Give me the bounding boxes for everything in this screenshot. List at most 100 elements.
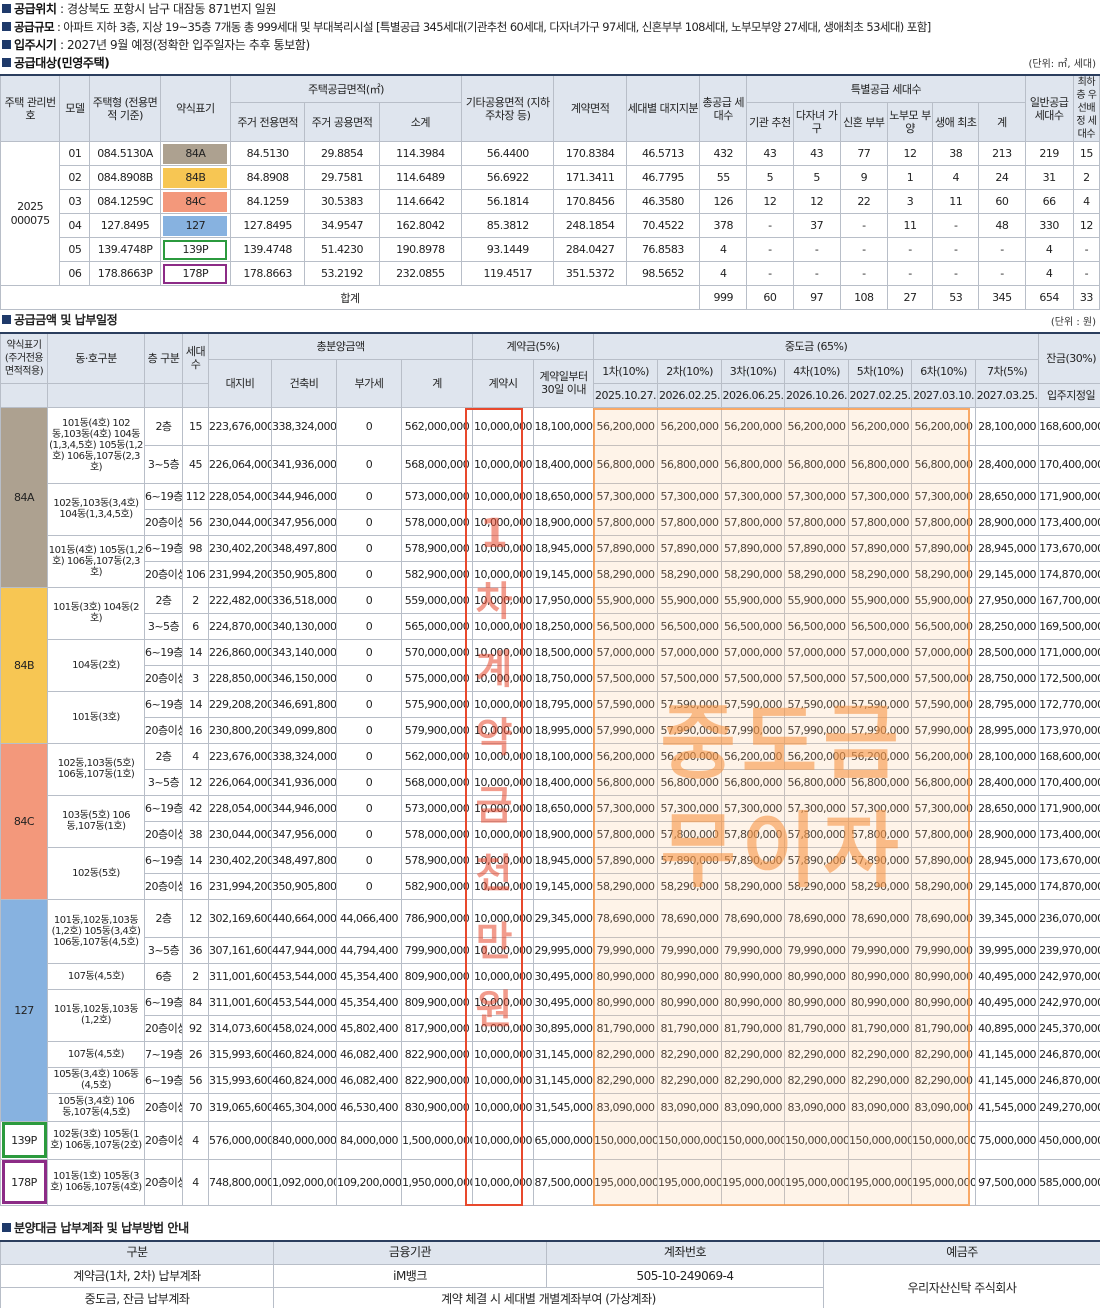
cell-bal: 236,070,000 xyxy=(1038,898,1100,938)
cell-m5: 58,290,000 xyxy=(848,560,913,588)
cell-c2: 31,545,000 xyxy=(533,1092,595,1122)
cell-m2: 80,990,000 xyxy=(657,988,723,1016)
housing-type-cell: 084.5130A xyxy=(89,141,161,166)
cell-m4: 80,990,000 xyxy=(784,962,850,990)
cell-c2: 30,895,000 xyxy=(533,1014,595,1042)
cell-m5: 81,790,000 xyxy=(848,1014,913,1042)
cell-m1: 57,990,000 xyxy=(593,716,659,744)
model-cell: 02 xyxy=(59,165,91,190)
total-row: 합계 999 60 97 108 27 53 345 654 33 xyxy=(0,285,1100,310)
cell-sum: 575,900,000 xyxy=(400,690,474,718)
cell-land: 307,161,600 xyxy=(208,936,272,964)
bullet-square-icon xyxy=(2,4,11,13)
dong-cell: 101동(3호) 104동(2호) xyxy=(47,586,145,640)
acct-hdr-account: 계좌번호 xyxy=(546,1240,824,1265)
short-chip: 178P xyxy=(163,263,228,284)
cell-m2: 57,500,000 xyxy=(657,664,723,692)
cell-vat: 0 xyxy=(336,820,402,848)
cell-bal: 174,870,000 xyxy=(1038,872,1100,900)
cell-land: 224,870,000 xyxy=(208,612,272,640)
cell-m2: 55,900,000 xyxy=(657,586,723,614)
floor-cell: 20층이상 xyxy=(144,560,183,588)
cell-c1: 10,000,000 xyxy=(472,534,535,562)
units-cell: 4 xyxy=(182,1120,209,1160)
cell-c1: 10,000,000 xyxy=(472,1040,535,1068)
bullet-square-icon xyxy=(2,22,11,31)
cell-bld: 346,691,800 xyxy=(271,690,337,718)
table-row: 20층이상16231,994,200350,905,8000582,900,00… xyxy=(1,872,1100,900)
cell-m1: 58,290,000 xyxy=(593,560,659,588)
cell-s4: 11 xyxy=(886,213,934,238)
cell-bal: 172,500,000 xyxy=(1038,664,1100,692)
cell-m4: 56,500,000 xyxy=(784,612,850,640)
cell-m1: 195,000,000 xyxy=(593,1158,659,1206)
dong-cell: 105동(3,4호) 106동,107동(4,5호) xyxy=(47,1092,145,1122)
cell-sum: 559,000,000 xyxy=(400,586,474,614)
cell-m5: 55,900,000 xyxy=(848,586,913,614)
cell-sum: 578,000,000 xyxy=(400,820,474,848)
cell-m4: 57,300,000 xyxy=(784,794,850,822)
cell-land: 314,073,600 xyxy=(208,1014,272,1042)
cell-vat: 0 xyxy=(336,444,402,484)
short-chip: 139P xyxy=(163,239,228,260)
short-cell: 139P xyxy=(159,237,232,262)
units-cell: 106 xyxy=(182,560,209,588)
floor-cell: 3~5층 xyxy=(144,936,183,964)
cell-vat: 0 xyxy=(336,716,402,744)
cell-c1: 10,000,000 xyxy=(472,1158,535,1206)
cell-m5: 57,890,000 xyxy=(848,534,913,562)
acct-row1-account: 505-10-249069-4 xyxy=(546,1263,824,1288)
table-row: 178P101동(1호) 105동(3호) 106동,107동(4호)20층이상… xyxy=(0,1158,1100,1206)
cell-m4: 57,590,000 xyxy=(784,690,850,718)
table-row: 3~5층 36 307,161,600 447,944,000 44,794,400 79… xyxy=(1,936,1100,964)
hdr-multi-child: 다자녀 가구 xyxy=(792,102,841,142)
cell-vat: 0 xyxy=(336,768,402,796)
hdr-short: 약식표기 xyxy=(159,74,232,142)
cell-m7: 97,500,000 xyxy=(975,1158,1040,1206)
cell-s4: - xyxy=(886,237,934,262)
dong-cell: 103동(5호) 106동,107동(1호) xyxy=(47,794,145,848)
cell-st: - xyxy=(978,261,1026,286)
cell-m2: 78,690,000 xyxy=(657,898,723,938)
dong-cell: 107동(4,5호) xyxy=(47,962,145,990)
short-chip: 84A xyxy=(163,143,228,164)
cell-m6: 57,990,000 xyxy=(911,716,977,744)
table-row: 101동(4호) 105동(1,2호) 106동,107동(2,3호) 6~19층… xyxy=(1,534,1100,588)
cell-m6: 58,290,000 xyxy=(911,872,977,900)
cell-s4: - xyxy=(886,261,934,286)
table-row: 3~5층 45 226,064,000 341,936,000 0 568,000,000… xyxy=(1,444,1100,484)
cell-bal: 171,000,000 xyxy=(1038,638,1100,666)
cell-m2: 57,000,000 xyxy=(657,638,723,666)
cell-land: 302,169,600 xyxy=(208,898,272,938)
cell-m7: 28,250,000 xyxy=(975,612,1040,640)
cell-bal: 171,900,000 xyxy=(1038,482,1100,510)
cell-sum: 830,900,000 xyxy=(400,1092,474,1122)
cell-low: - xyxy=(1072,237,1100,262)
cell-m6: 56,200,000 xyxy=(911,742,977,770)
cell-m5: 56,800,000 xyxy=(848,768,913,796)
bullet-square-icon xyxy=(2,58,11,67)
info-target: 공급대상(민영주택) xyxy=(2,54,1098,72)
cell-low: - xyxy=(1072,261,1100,286)
cell-m4: 78,690,000 xyxy=(784,898,850,938)
cell-m4: 56,200,000 xyxy=(784,406,850,446)
cell-m2: 57,890,000 xyxy=(657,534,723,562)
cell-gen: 330 xyxy=(1024,213,1074,238)
cell-m6: 57,500,000 xyxy=(911,664,977,692)
account-section-title: 분양대금 납부계좌 및 납부방법 안내 xyxy=(2,1219,189,1236)
cell-sum: 565,000,000 xyxy=(400,612,474,640)
hdr-m3: 3차(10%) xyxy=(721,358,786,384)
cell-m6: 80,990,000 xyxy=(911,962,977,990)
cell-m2: 57,590,000 xyxy=(657,690,723,718)
cell-excl: 84.5130 xyxy=(230,141,306,166)
cell-m5: 82,290,000 xyxy=(848,1040,913,1068)
cell-s1: - xyxy=(746,261,794,286)
dong-cell: 101동(4호) 102동,103동(4호) 104동(1,3,4,5호) 10… xyxy=(47,406,145,484)
short-chip: 84B xyxy=(163,167,228,188)
cell-m3: 57,000,000 xyxy=(721,638,786,666)
cell-m4: 56,800,000 xyxy=(784,444,850,484)
cell-m2: 82,290,000 xyxy=(657,1066,723,1094)
table-row: 02 084.8908B 84B 84.8908 29.7581 114.6489 56.6… xyxy=(1,165,1100,190)
cell-c1: 10,000,000 xyxy=(472,1120,535,1160)
model-cell: 05 xyxy=(59,237,91,262)
